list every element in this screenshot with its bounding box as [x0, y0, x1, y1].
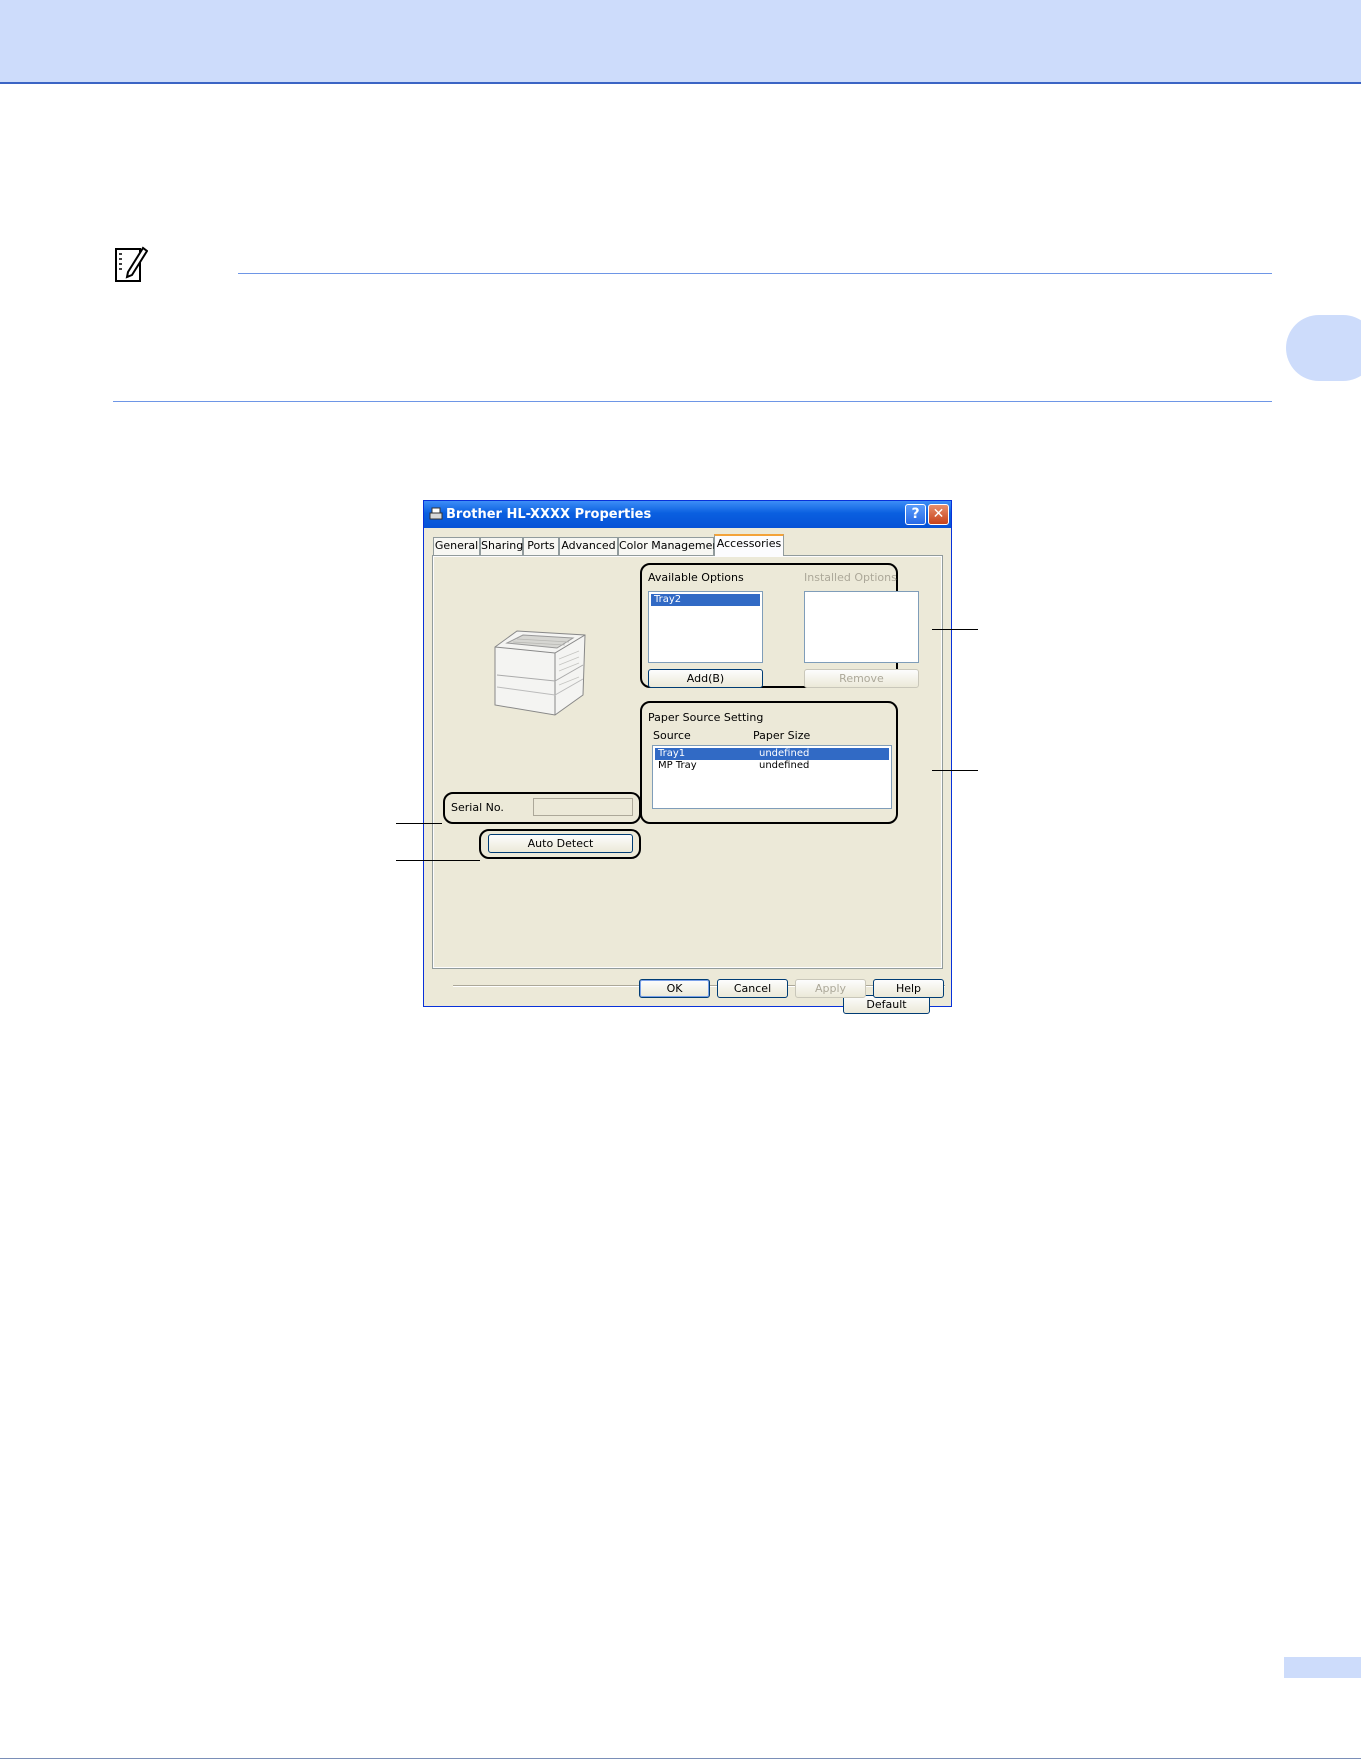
printer-properties-dialog: Brother HL-XXXX Properties ? ✕ General S…: [423, 500, 952, 1014]
chapter-tab: [1286, 315, 1361, 381]
dialog-titlebar: Brother HL-XXXX Properties ? ✕: [424, 501, 951, 528]
serial-label: Serial No.: [451, 801, 504, 814]
auto-detect-button[interactable]: Auto Detect: [488, 834, 633, 853]
paper-source-size: undefined: [759, 760, 810, 771]
note-pencil-icon: [115, 246, 148, 282]
tab-general[interactable]: General: [433, 537, 480, 555]
paper-source-name: MP Tray: [658, 760, 697, 771]
paper-source-pointer-line: [932, 770, 978, 771]
options-pointer-line: [932, 629, 978, 630]
tab-color-management[interactable]: Color Management: [618, 537, 724, 555]
paper-source-row[interactable]: MP Tray undefined: [655, 760, 889, 772]
serial-pointer-line: [396, 823, 442, 824]
tab-ports[interactable]: Ports: [523, 537, 559, 555]
installed-options-list[interactable]: [804, 591, 919, 663]
paper-source-size: undefined: [759, 748, 810, 759]
paper-source-row[interactable]: Tray1 undefined: [655, 748, 889, 760]
source-column-header: Source: [653, 729, 691, 742]
tab-advanced[interactable]: Advanced: [559, 537, 618, 555]
apply-button[interactable]: Apply: [795, 979, 866, 998]
page-header-band: [0, 0, 1361, 84]
help-button[interactable]: Help: [873, 979, 944, 998]
remove-button[interactable]: Remove: [804, 669, 919, 688]
note-top-rule: [238, 273, 1272, 274]
page-number-tab: [1284, 1657, 1361, 1678]
printer-icon: [429, 507, 443, 520]
serial-input[interactable]: [533, 798, 633, 816]
accessories-panel: Available Options Installed Options Tray…: [432, 555, 945, 1014]
title-close-button[interactable]: ✕: [928, 504, 949, 525]
accessories-panel-body: Available Options Installed Options Tray…: [434, 557, 945, 1014]
paper-size-column-header: Paper Size: [753, 729, 811, 742]
tab-accessories[interactable]: Accessories: [714, 534, 784, 556]
title-help-button[interactable]: ?: [905, 504, 926, 525]
tab-sharing[interactable]: Sharing: [480, 537, 523, 555]
paper-source-label: Paper Source Setting: [648, 711, 764, 724]
available-option-item[interactable]: Tray2: [651, 594, 760, 606]
ok-button[interactable]: OK: [639, 979, 710, 998]
add-button[interactable]: Add(B): [648, 669, 763, 688]
dialog-title: Brother HL-XXXX Properties: [446, 507, 652, 522]
paper-source-list[interactable]: Tray1 undefined MP Tray undefined: [652, 745, 892, 809]
printer-illustration: [494, 630, 586, 716]
note-bottom-rule: [113, 401, 1272, 402]
auto-detect-pointer-line: [396, 860, 480, 861]
footer-rule: [0, 1758, 1361, 1759]
installed-options-label: Installed Options: [804, 571, 897, 584]
available-options-list[interactable]: Tray2: [648, 591, 763, 663]
cancel-button[interactable]: Cancel: [717, 979, 788, 998]
available-options-label: Available Options: [648, 571, 744, 584]
paper-source-name: Tray1: [658, 748, 686, 759]
